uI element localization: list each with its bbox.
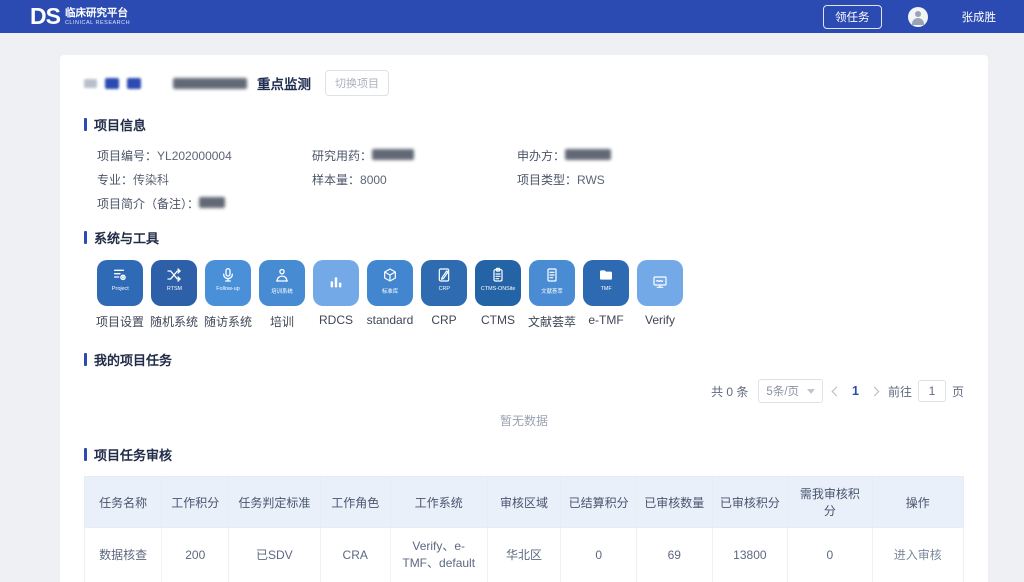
tool-followup-system[interactable]: Follow-up 随访系统: [205, 260, 251, 330]
page-size-select[interactable]: 5条/页: [758, 379, 823, 403]
task-review-section: 项目任务审核 任务名称 工作积分 任务判定标准 工作角色 工作系统 审核区域 已…: [84, 445, 964, 582]
section-accent-bar: [84, 118, 87, 131]
page-number[interactable]: 1: [850, 384, 861, 398]
column-header: 任务名称: [85, 477, 162, 528]
empty-data-text: 暂无数据: [84, 412, 964, 429]
column-header: 工作系统: [390, 477, 487, 528]
claim-task-button[interactable]: 领任务: [823, 5, 882, 29]
tool-tiles: Project 项目设置 RTSM 随机系统 Follo: [97, 260, 964, 330]
clipboard-icon: [490, 267, 506, 283]
tool-etmf[interactable]: TMF e-TMF: [583, 260, 629, 330]
bar-chart-icon: [328, 274, 344, 290]
field-sample-size: 样本量：8000: [312, 171, 517, 188]
user-avatar-icon[interactable]: [908, 7, 928, 27]
enter-review-link[interactable]: 进入审核: [894, 548, 942, 562]
section-title: 系统与工具: [94, 228, 159, 247]
column-header: 任务判定标准: [229, 477, 320, 528]
section-accent-bar: [84, 231, 87, 244]
column-header: 工作积分: [162, 477, 229, 528]
tool-randomization-system[interactable]: RTSM 随机系统: [151, 260, 197, 330]
project-title-row: 重点监测 切换项目: [84, 71, 964, 95]
column-header: 已审核积分: [712, 477, 788, 528]
redacted-project-badge: [105, 78, 119, 89]
task-review-table: 任务名称 工作积分 任务判定标准 工作角色 工作系统 审核区域 已结算积分 已审…: [84, 476, 964, 582]
trainee-icon: [274, 267, 290, 283]
goto-label: 前往: [888, 383, 912, 400]
column-header: 操作: [872, 477, 963, 528]
table-row: 数据核查 200 已SDV CRA Verify、e-TMF、default 华…: [85, 528, 964, 582]
logo-mark: DS: [30, 5, 60, 28]
cube-icon: [382, 267, 398, 283]
field-sponsor: 申办方：: [517, 147, 964, 164]
tool-ctms[interactable]: CTMS-ONSite CTMS: [475, 260, 521, 330]
tool-standard-library[interactable]: 标准库 standard: [367, 260, 413, 330]
redacted-project-badge: [127, 78, 141, 89]
redacted-project-icon: [84, 79, 97, 88]
redacted-value: [199, 197, 225, 208]
my-tasks-section: 我的项目任务 共 0 条 5条/页 1 前往 页 暂无数据: [84, 350, 964, 429]
folder-icon: [598, 267, 614, 283]
monitor-icon: [652, 274, 668, 290]
user-menu[interactable]: 张成胜: [908, 7, 997, 27]
table-header-row: 任务名称 工作积分 任务判定标准 工作角色 工作系统 审核区域 已结算积分 已审…: [85, 477, 964, 528]
prev-page-icon[interactable]: [832, 386, 842, 396]
goto-unit: 页: [952, 383, 964, 400]
column-header: 已结算积分: [561, 477, 637, 528]
total-count: 共 0 条: [711, 383, 748, 400]
pen-document-icon: [436, 267, 452, 283]
microphone-icon: [220, 267, 236, 283]
field-project-type: 项目类型：RWS: [517, 171, 964, 188]
project-info-section: 项目信息 项目编号：YL202000004 研究用药： 申办方： 专业：传染科 …: [84, 115, 964, 212]
column-header: 审核区域: [487, 477, 561, 528]
column-header: 已审核数量: [636, 477, 712, 528]
username[interactable]: 张成胜: [962, 9, 997, 25]
section-accent-bar: [84, 448, 87, 461]
tool-literature[interactable]: 文献荟萃 文献荟萃: [529, 260, 575, 330]
section-title: 项目任务审核: [94, 445, 172, 464]
tool-training[interactable]: 培训系统 培训: [259, 260, 305, 330]
my-tasks-pagination: 共 0 条 5条/页 1 前往 页: [84, 379, 964, 403]
chevron-down-icon: [807, 389, 815, 394]
next-page-icon[interactable]: [870, 386, 880, 396]
redacted-project-name: [173, 78, 247, 89]
field-specialty: 专业：传染科: [97, 171, 312, 188]
column-header: 需我审核积分: [788, 477, 872, 528]
project-title: 重点监测: [257, 73, 311, 93]
section-title: 项目信息: [94, 115, 146, 134]
app-logo: DS 临床研究平台 CLINICAL RESEARCH: [30, 5, 130, 28]
tool-crp[interactable]: CRP CRP: [421, 260, 467, 330]
platform-name: 临床研究平台: [65, 8, 130, 19]
app-header: DS 临床研究平台 CLINICAL RESEARCH 领任务 张成胜: [0, 0, 1024, 33]
project-info-grid: 项目编号：YL202000004 研究用药： 申办方： 专业：传染科 样本量：8…: [97, 147, 964, 212]
field-study-drug: 研究用药：: [312, 147, 517, 164]
section-title: 我的项目任务: [94, 350, 172, 369]
field-project-summary: 项目简介（备注）：: [97, 195, 964, 212]
document-icon: [544, 267, 560, 283]
platform-subtitle: CLINICAL RESEARCH: [65, 21, 130, 27]
main-content-card: 重点监测 切换项目 项目信息 项目编号：YL202000004 研究用药： 申办…: [60, 55, 988, 582]
section-accent-bar: [84, 353, 87, 366]
redacted-value: [372, 149, 414, 160]
project-settings-icon: [112, 267, 128, 283]
tool-rdcs[interactable]: RDCS: [313, 260, 359, 330]
switch-project-button[interactable]: 切换项目: [325, 70, 389, 96]
tools-section: 系统与工具 Project 项目设置 RTSM 随: [84, 228, 964, 330]
shuffle-icon: [166, 267, 182, 283]
tool-project-settings[interactable]: Project 项目设置: [97, 260, 143, 330]
column-header: 工作角色: [320, 477, 390, 528]
redacted-value: [565, 149, 611, 160]
field-project-number: 项目编号：YL202000004: [97, 147, 312, 164]
goto-page-input[interactable]: [918, 380, 946, 402]
tool-verify[interactable]: Verify: [637, 260, 683, 330]
